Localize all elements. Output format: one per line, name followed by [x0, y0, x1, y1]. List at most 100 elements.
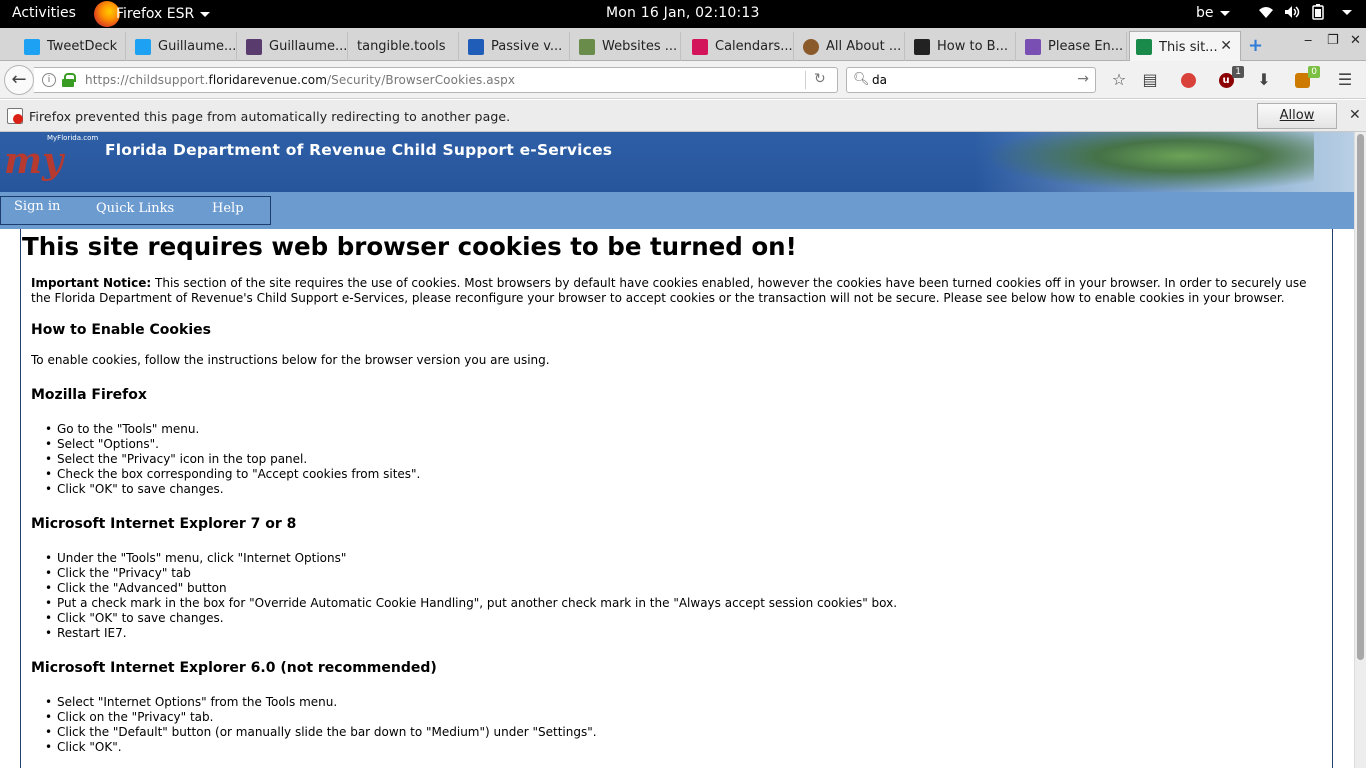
search-icon: 🔍︎: [853, 72, 870, 87]
tab-label: All About ...: [826, 39, 902, 54]
menu-quick-links[interactable]: Quick Links: [96, 201, 174, 216]
minimize-button[interactable]: ‒: [1304, 33, 1312, 48]
list-item: Click the "Default" button (or manually …: [45, 725, 597, 740]
tab[interactable]: tangible.tools: [351, 32, 459, 61]
system-menu[interactable]: [1258, 4, 1352, 20]
how-to-heading: How to Enable Cookies: [31, 322, 211, 338]
chevron-down-icon: [1219, 10, 1230, 16]
search-bar[interactable]: 🔍︎ da →: [846, 67, 1096, 93]
list-item: Click the "Advanced" button: [45, 581, 897, 596]
close-notification-icon[interactable]: ✕: [1349, 107, 1361, 123]
url-prefix: https://childsupport.: [85, 73, 209, 87]
chevron-down-icon: [1342, 9, 1352, 15]
ef-icon: [468, 38, 484, 55]
notice-label: Important Notice:: [31, 276, 152, 290]
site-title: Florida Department of Revenue Child Supp…: [105, 141, 613, 159]
instruction-list: Go to the "Tools" menu. Select "Options"…: [45, 422, 420, 497]
site-menu-bar: Sign in Quick Links Help: [0, 192, 1354, 229]
image-icon: [246, 38, 262, 55]
new-tab-button[interactable]: +: [1248, 35, 1263, 56]
reading-list-icon[interactable]: ▤: [1140, 70, 1160, 90]
tab[interactable]: Websites ...: [573, 32, 681, 61]
tab[interactable]: Passive v...: [462, 32, 570, 61]
download-icon[interactable]: ⬇: [1254, 70, 1274, 90]
myflorida-logo[interactable]: MyFlorida.com my: [2, 134, 98, 190]
list-item: Select "Options".: [45, 437, 420, 452]
tab-label: How to B...: [937, 39, 1008, 54]
ublock-badge: 1: [1232, 66, 1244, 78]
site-header: MyFlorida.com my Florida Department of R…: [0, 132, 1354, 192]
maximize-button[interactable]: ❐: [1327, 33, 1339, 48]
list-item: Select "Internet Options" from the Tools…: [45, 695, 597, 710]
back-arrow-icon: ←: [11, 69, 27, 90]
app-menu[interactable]: Firefox ESR: [94, 0, 211, 28]
tab-label: This sit...: [1159, 39, 1218, 55]
go-arrow-icon[interactable]: →: [1077, 71, 1089, 87]
blocked-redirect-icon: [7, 108, 23, 124]
url-text: https://childsupport.floridarevenue.com/…: [85, 73, 515, 87]
tab-label: Guillaume...: [269, 39, 348, 54]
keyboard-layout-indicator[interactable]: be: [1196, 5, 1230, 21]
keyboard-layout-label: be: [1196, 5, 1214, 21]
tab[interactable]: Please En...: [1019, 32, 1127, 61]
menu-sign-in[interactable]: Sign in: [14, 199, 60, 214]
url-path: /Security/BrowserCookies.aspx: [327, 73, 516, 87]
hamburger-menu-icon[interactable]: ☰: [1335, 70, 1355, 90]
url-domain: floridarevenue.com: [208, 73, 328, 87]
main-content: This site requires web browser cookies t…: [20, 229, 1333, 768]
clock[interactable]: Mon 16 Jan, 02:10:13: [606, 5, 760, 21]
instruction-list: Select "Internet Options" from the Tools…: [45, 695, 597, 755]
wifi-icon: [1258, 4, 1274, 20]
allow-button[interactable]: Allow: [1257, 103, 1337, 129]
notification-message: Firefox prevented this page from automat…: [29, 109, 511, 124]
page-title: This site requires web browser cookies t…: [22, 232, 797, 261]
info-icon[interactable]: i: [42, 73, 56, 87]
redirect-notification-bar: Firefox prevented this page from automat…: [0, 100, 1366, 132]
app-name: Firefox ESR: [116, 6, 195, 22]
section-heading: Microsoft Internet Explorer 6.0 (not rec…: [31, 660, 437, 676]
activities-button[interactable]: Activities: [12, 5, 76, 21]
important-notice: Important Notice: This section of the si…: [31, 276, 1321, 306]
lock-icon[interactable]: [62, 73, 76, 87]
list-item: Select the "Privacy" icon in the top pan…: [45, 452, 420, 467]
list-item: Click "OK".: [45, 740, 597, 755]
tab[interactable]: Guillaume...: [129, 32, 237, 61]
list-item: Click "OK" to save changes.: [45, 611, 897, 626]
addon-green-icon[interactable]: 0: [1292, 66, 1320, 90]
vertical-scrollbar[interactable]: [1354, 132, 1366, 768]
twitter-icon: [24, 38, 40, 55]
list-item: Restart IE7.: [45, 626, 897, 641]
tab[interactable]: How to B...: [908, 32, 1016, 61]
volume-icon: [1284, 4, 1300, 20]
list-item: Put a check mark in the box for "Overrid…: [45, 596, 897, 611]
logo-text: my: [4, 140, 64, 182]
navigation-toolbar: ← i https://childsupport.floridarevenue.…: [0, 61, 1366, 99]
bookmark-star-icon[interactable]: ☆: [1109, 70, 1129, 90]
tab[interactable]: Calendars...: [686, 32, 794, 61]
tab-label: tangible.tools: [357, 39, 446, 54]
list-item: Click "OK" to save changes.: [45, 482, 420, 497]
notice-text: This section of the site requires the us…: [31, 276, 1307, 305]
back-button[interactable]: ←: [4, 65, 34, 95]
tab-strip: TweetDeck Guillaume... Guillaume... tang…: [0, 28, 1366, 62]
tab[interactable]: TweetDeck: [18, 32, 126, 61]
close-window-button[interactable]: ✕: [1350, 33, 1361, 48]
ublock-icon[interactable]: u1: [1216, 66, 1244, 90]
reload-icon[interactable]: ↻: [814, 71, 826, 87]
chevron-down-icon: [200, 11, 211, 17]
tab[interactable]: Guillaume...: [240, 32, 348, 61]
list-item: Check the box corresponding to "Accept c…: [45, 467, 420, 482]
search-input[interactable]: da: [872, 73, 887, 87]
tab[interactable]: All About ...: [797, 32, 905, 61]
list-item: Go to the "Tools" menu.: [45, 422, 420, 437]
florida-icon: [1136, 39, 1152, 55]
url-bar[interactable]: i https://childsupport.floridarevenue.co…: [34, 67, 838, 93]
addon-red-icon[interactable]: [1178, 70, 1198, 90]
instruction-list: Under the "Tools" menu, click "Internet …: [45, 551, 897, 641]
close-tab-icon[interactable]: ✕: [1220, 38, 1232, 54]
menu-help[interactable]: Help: [212, 201, 244, 216]
how-to-text: To enable cookies, follow the instructio…: [31, 353, 550, 367]
list-item: Under the "Tools" menu, click "Internet …: [45, 551, 897, 566]
tab-active[interactable]: This sit... ✕: [1129, 31, 1241, 62]
scrollbar-thumb[interactable]: [1357, 134, 1364, 660]
